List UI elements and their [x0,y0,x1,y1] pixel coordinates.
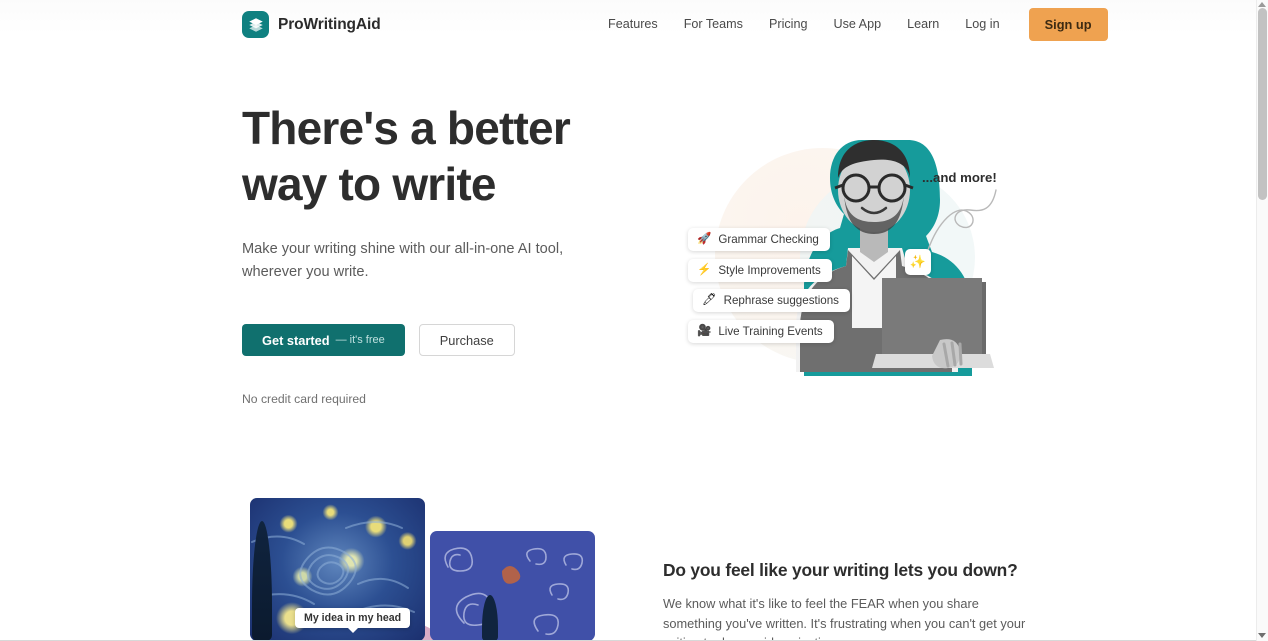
hero-copy: There's a better way to write Make your … [242,100,642,406]
feature-card-label: Live Training Events [718,325,823,338]
pen-icon: 🖊 [702,293,717,306]
nav-item-for-teams[interactable]: For Teams [671,0,756,48]
site-header: ProWritingAid Features For Teams Pricing… [0,0,1256,48]
feature-card-rephrase-suggestions: 🖊 Rephrase suggestions [693,289,850,312]
hero-title-line-1: There's a better [242,102,571,154]
sparkles-icon: ✨ [905,249,931,275]
scrollbar-thumb[interactable] [1258,8,1267,200]
my-idea-in-my-head-label: My idea in my head [295,608,411,633]
feature-card-label: Grammar Checking [718,233,819,246]
page-scrollbar[interactable] [1256,0,1268,641]
hero-title-line-2: way to write [242,158,496,210]
and-more-annotation: ...and more! [922,170,997,185]
feature-card-style-improvements: ⚡ Style Improvements [688,259,832,282]
lower-illustration: My idea in my head [250,498,595,641]
camera-icon: 🎥 [697,324,712,337]
no-credit-card-note: No credit card required [242,392,366,406]
scribbled-idea-card [430,531,595,641]
page-root: ProWritingAid Features For Teams Pricing… [0,0,1268,641]
stacked-book-pages-icon [242,11,269,38]
nav-item-use-app[interactable]: Use App [820,0,894,48]
brand-name: ProWritingAid [278,15,381,33]
nav-item-learn[interactable]: Learn [894,0,952,48]
feature-card-label: Style Improvements [718,264,821,277]
hero-illustration: ...and more! ✨ 🚀 Grammar Checking ⚡ Styl… [660,110,1005,385]
nav-item-features[interactable]: Features [598,0,671,48]
feature-card-label: Rephrase suggestions [723,294,839,307]
purchase-button[interactable]: Purchase [418,324,515,356]
brand-logo-link[interactable]: ProWritingAid [242,11,381,38]
feature-card-grammar-checking: 🚀 Grammar Checking [688,228,830,251]
lower-section-body: We know what it's like to feel the FEAR … [663,596,1026,641]
scroll-down-arrow-icon[interactable] [1258,633,1266,638]
feature-card-live-training-events: 🎥 Live Training Events [688,320,834,343]
scribble-drawing-icon [444,547,584,636]
curvy-pointer-line-icon [927,189,997,251]
nav-item-log-in[interactable]: Log in [952,0,1012,48]
get-started-label: Get started [262,332,330,348]
lower-section-title: Do you feel like your writing lets you d… [663,560,1018,580]
nav-item-pricing[interactable]: Pricing [756,0,821,48]
get-started-sublabel: — it's free [335,334,385,346]
sign-up-button[interactable]: Sign up [1028,7,1108,41]
main-navigation: Features For Teams Pricing Use App Learn… [598,0,1108,48]
scroll-up-arrow-icon[interactable] [1258,2,1266,7]
rocket-icon: 🚀 [697,232,712,245]
hero-subtitle: Make your writing shine with our all-in-… [242,241,564,280]
hero-actions: Get started — it's free Purchase [242,324,642,356]
get-started-button[interactable]: Get started — it's free [242,324,405,356]
bolt-icon: ⚡ [697,263,712,276]
lower-copy: Do you feel like your writing lets you d… [663,560,1028,641]
page-title: There's a better way to write [242,100,642,212]
